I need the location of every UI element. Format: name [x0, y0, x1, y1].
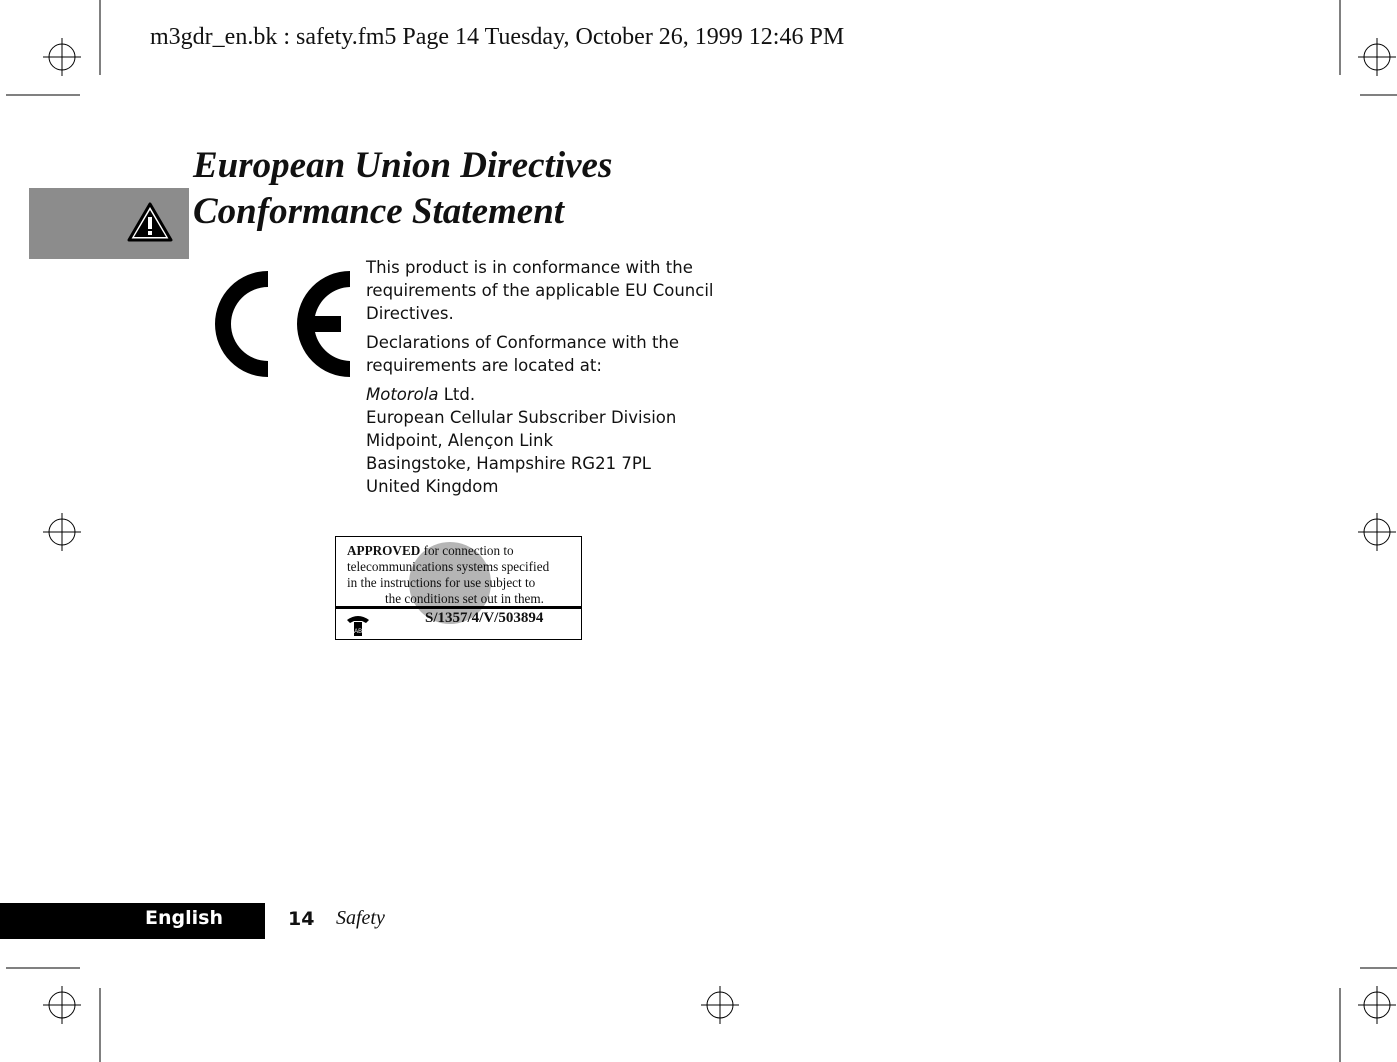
warning-icon — [127, 202, 173, 242]
page-title: European Union Directives Conformance St… — [193, 143, 612, 235]
language-label: English — [145, 907, 223, 929]
approval-line: for connection to — [420, 543, 514, 558]
section-tab — [29, 188, 189, 259]
print-header: m3gdr_en.bk : safety.fm5 Page 14 Tuesday… — [150, 24, 845, 50]
page-number: 14 — [288, 908, 315, 930]
approval-line: telecommunications systems specified — [347, 559, 550, 574]
babt-phone-icon: BABT — [347, 616, 369, 636]
ce-mark-icon — [215, 271, 350, 377]
address-line: Midpoint, Alençon Link — [366, 431, 554, 450]
approval-line: in the instructions for use subject to — [347, 575, 536, 590]
title-line-2: Conformance Statement — [193, 191, 565, 232]
divider — [336, 606, 581, 609]
approval-number: S/1357/4/V/503894 — [425, 610, 544, 626]
address: Motorola Ltd. European Cellular Subscrib… — [366, 383, 726, 498]
address-line: United Kingdom — [366, 477, 499, 496]
approved-word: APPROVED — [347, 543, 421, 558]
approval-line: the conditions set out in them. — [385, 591, 544, 606]
title-line-1: European Union Directives — [193, 145, 613, 186]
conformance-text: This product is in conformance with the … — [366, 256, 726, 498]
company-name: Motorola — [366, 385, 439, 404]
section-name: Safety — [336, 907, 385, 929]
paragraph: Declarations of Conformance with the req… — [366, 333, 680, 375]
address-line: Basingstoke, Hampshire RG21 7PL — [366, 454, 651, 473]
svg-text:BABT: BABT — [350, 629, 366, 635]
paragraph: This product is in conformance with the … — [366, 258, 714, 323]
address-line: European Cellular Subscriber Division — [366, 408, 677, 427]
company-suffix: Ltd. — [438, 385, 476, 404]
approval-label: APPROVED for connection to telecommunica… — [335, 536, 582, 640]
approval-text: APPROVED for connection to telecommunica… — [347, 543, 581, 607]
language-tab: English — [0, 903, 265, 939]
